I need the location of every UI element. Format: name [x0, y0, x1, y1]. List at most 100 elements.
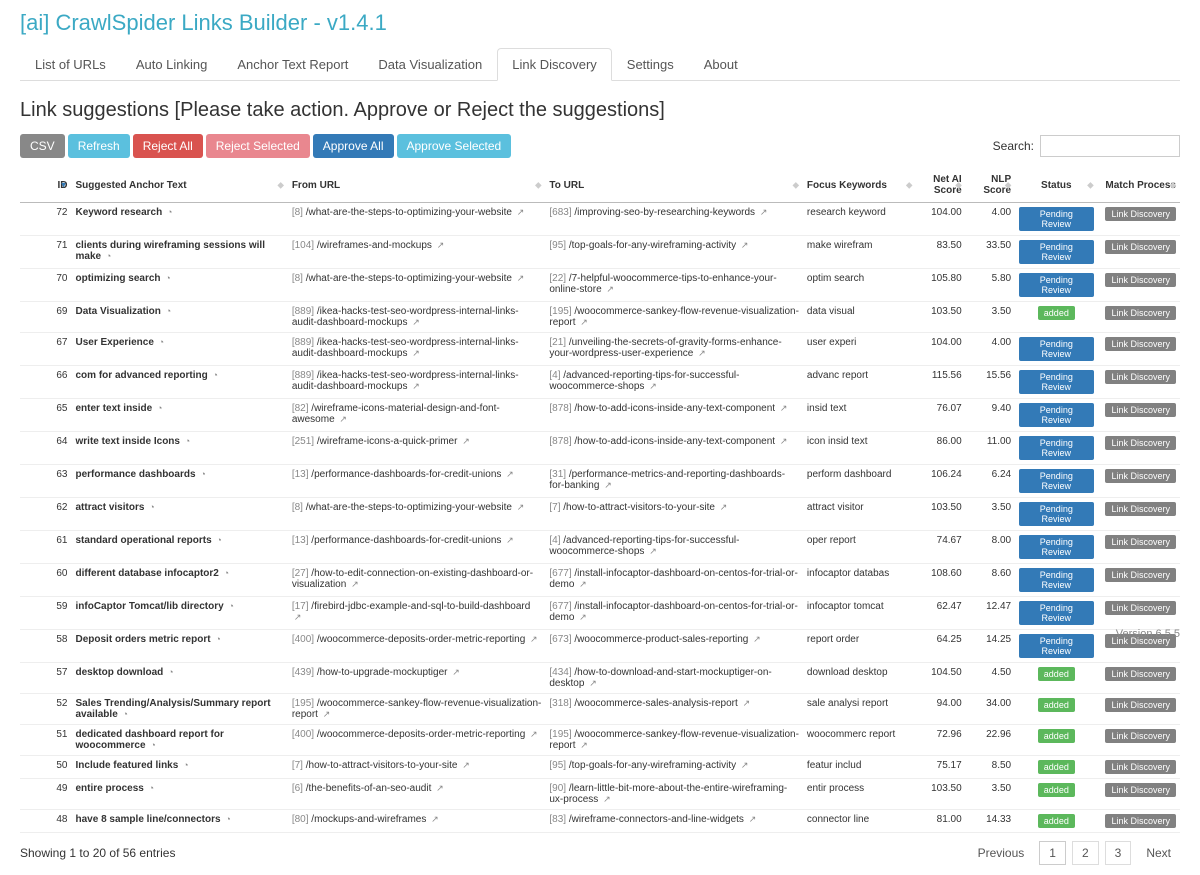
tab-data-visualization[interactable]: Data Visualization — [363, 48, 497, 81]
open-link-icon[interactable]: ↗ — [323, 709, 331, 719]
status-badge[interactable]: added — [1038, 698, 1075, 712]
from-link[interactable]: /ikea-hacks-test-seo-wordpress-internal-… — [292, 370, 519, 392]
from-link[interactable]: /the-benefits-of-an-seo-audit — [306, 783, 432, 794]
open-link-icon[interactable]: ↗ — [753, 634, 761, 644]
table-row[interactable]: 62attract visitors ◔[8] /what-are-the-st… — [20, 498, 1180, 531]
th-match[interactable]: Match Process◆ — [1098, 168, 1180, 203]
to-link[interactable]: /how-to-download-and-start-mockuptiger-o… — [549, 667, 771, 689]
open-link-icon[interactable]: ↗ — [462, 760, 470, 770]
csv-button[interactable]: CSV — [20, 134, 65, 158]
th-anchor[interactable]: Suggested Anchor Text◆ — [72, 168, 288, 203]
to-link[interactable]: /woocommerce-sales-analysis-report — [574, 698, 737, 709]
to-link[interactable]: /unveiling-the-secrets-of-gravity-forms-… — [549, 337, 781, 359]
open-link-icon[interactable]: ↗ — [530, 634, 538, 644]
tab-link-discovery[interactable]: Link Discovery — [497, 48, 612, 81]
to-link[interactable]: /how-to-add-icons-inside-any-text-compon… — [574, 436, 775, 447]
info-icon[interactable]: ◔ — [225, 814, 230, 824]
tab-anchor-text-report[interactable]: Anchor Text Report — [222, 48, 363, 81]
th-kw[interactable]: Focus Keywords◆ — [803, 168, 916, 203]
open-link-icon[interactable]: ↗ — [604, 480, 612, 490]
search-input[interactable] — [1040, 135, 1180, 157]
status-badge[interactable]: Pending Review — [1019, 240, 1093, 264]
approve-selected-button[interactable]: Approve Selected — [397, 134, 512, 158]
table-row[interactable]: 51dedicated dashboard report for woocomm… — [20, 725, 1180, 756]
page-prev[interactable]: Previous — [969, 842, 1034, 864]
status-badge[interactable]: added — [1038, 783, 1075, 797]
from-link[interactable]: /ikea-hacks-test-seo-wordpress-internal-… — [292, 306, 519, 328]
status-badge[interactable]: Pending Review — [1019, 370, 1093, 394]
table-row[interactable]: 48have 8 sample line/connectors ◔[80] /m… — [20, 810, 1180, 833]
open-link-icon[interactable]: ↗ — [720, 502, 728, 512]
th-to[interactable]: To URL◆ — [545, 168, 803, 203]
open-link-icon[interactable]: ↗ — [760, 207, 768, 217]
open-link-icon[interactable]: ↗ — [649, 546, 657, 556]
table-row[interactable]: 61standard operational reports ◔[13] /pe… — [20, 531, 1180, 564]
status-badge[interactable]: Pending Review — [1019, 535, 1093, 559]
status-badge[interactable]: added — [1038, 760, 1075, 774]
open-link-icon[interactable]: ↗ — [431, 814, 439, 824]
from-link[interactable]: /mockups-and-wireframes — [311, 814, 426, 825]
open-link-icon[interactable]: ↗ — [606, 284, 614, 294]
open-link-icon[interactable]: ↗ — [412, 317, 420, 327]
to-link[interactable]: /wireframe-connectors-and-line-widgets — [569, 814, 744, 825]
from-link[interactable]: /woocommerce-deposits-order-metric-repor… — [317, 729, 525, 740]
table-row[interactable]: 64write text inside Icons ◔[251] /wirefr… — [20, 432, 1180, 465]
from-link[interactable]: /wireframe-icons-material-design-and-fon… — [292, 403, 500, 425]
open-link-icon[interactable]: ↗ — [580, 317, 588, 327]
open-link-icon[interactable]: ↗ — [452, 667, 460, 677]
from-link[interactable]: /how-to-upgrade-mockuptiger — [317, 667, 448, 678]
tab-settings[interactable]: Settings — [612, 48, 689, 81]
status-badge[interactable]: Pending Review — [1019, 469, 1093, 493]
from-link[interactable]: /ikea-hacks-test-seo-wordpress-internal-… — [292, 337, 519, 359]
to-link[interactable]: /learn-little-bit-more-about-the-entire-… — [549, 783, 787, 805]
open-link-icon[interactable]: ↗ — [339, 414, 347, 424]
refresh-button[interactable]: Refresh — [68, 134, 130, 158]
to-link[interactable]: /how-to-attract-visitors-to-your-site — [563, 502, 715, 513]
open-link-icon[interactable]: ↗ — [589, 678, 597, 688]
open-link-icon[interactable]: ↗ — [749, 814, 757, 824]
page-3[interactable]: 3 — [1105, 841, 1132, 865]
page-2[interactable]: 2 — [1072, 841, 1099, 865]
from-link[interactable]: /what-are-the-steps-to-optimizing-your-w… — [306, 207, 512, 218]
to-link[interactable]: /performance-metrics-and-reporting-dashb… — [549, 469, 785, 491]
th-from[interactable]: From URL◆ — [288, 168, 546, 203]
from-link[interactable]: /performance-dashboards-for-credit-union… — [311, 535, 501, 546]
from-link[interactable]: /wireframe-icons-a-quick-primer — [317, 436, 458, 447]
from-link[interactable]: /how-to-edit-connection-on-existing-dash… — [292, 568, 533, 590]
tab-list-of-urls[interactable]: List of URLs — [20, 48, 121, 81]
th-id[interactable]: ID▼ — [20, 168, 72, 203]
reject-all-button[interactable]: Reject All — [133, 134, 203, 158]
info-icon[interactable]: ◔ — [215, 634, 220, 644]
info-icon[interactable]: ◔ — [168, 667, 173, 677]
table-row[interactable]: 69Data Visualization ◔[889] /ikea-hacks-… — [20, 302, 1180, 333]
table-row[interactable]: 65enter text inside ◔[82] /wireframe-ico… — [20, 399, 1180, 432]
open-link-icon[interactable]: ↗ — [698, 348, 706, 358]
table-row[interactable]: 49entire process ◔[6] /the-benefits-of-a… — [20, 779, 1180, 810]
open-link-icon[interactable]: ↗ — [741, 760, 749, 770]
info-icon[interactable]: ◔ — [149, 783, 154, 793]
info-icon[interactable]: ◔ — [149, 502, 154, 512]
to-link[interactable]: /advanced-reporting-tips-for-successful-… — [549, 535, 739, 557]
from-link[interactable]: /woocommerce-deposits-order-metric-repor… — [317, 634, 525, 645]
to-link[interactable]: /advanced-reporting-tips-for-successful-… — [549, 370, 739, 392]
from-link[interactable]: /how-to-attract-visitors-to-your-site — [306, 760, 458, 771]
th-status[interactable]: Status◆ — [1015, 168, 1097, 203]
reject-selected-button[interactable]: Reject Selected — [206, 134, 310, 158]
open-link-icon[interactable]: ↗ — [517, 273, 525, 283]
status-badge[interactable]: Pending Review — [1019, 601, 1093, 625]
status-badge[interactable]: added — [1038, 729, 1075, 743]
info-icon[interactable]: ◔ — [123, 709, 128, 719]
page-next[interactable]: Next — [1137, 842, 1180, 864]
from-link[interactable]: /what-are-the-steps-to-optimizing-your-w… — [306, 273, 512, 284]
from-link[interactable]: /firebird-jdbc-example-and-sql-to-build-… — [311, 601, 530, 612]
open-link-icon[interactable]: ↗ — [412, 348, 420, 358]
info-icon[interactable]: ◔ — [165, 273, 170, 283]
info-icon[interactable]: ◔ — [185, 436, 190, 446]
from-link[interactable]: /performance-dashboards-for-credit-union… — [311, 469, 501, 480]
info-icon[interactable]: ◔ — [159, 337, 164, 347]
table-row[interactable]: 52Sales Trending/Analysis/Summary report… — [20, 694, 1180, 725]
open-link-icon[interactable]: ↗ — [780, 403, 788, 413]
page-1[interactable]: 1 — [1039, 841, 1066, 865]
th-nlp[interactable]: NLP Score◆ — [966, 168, 1015, 203]
status-badge[interactable]: Pending Review — [1019, 403, 1093, 427]
